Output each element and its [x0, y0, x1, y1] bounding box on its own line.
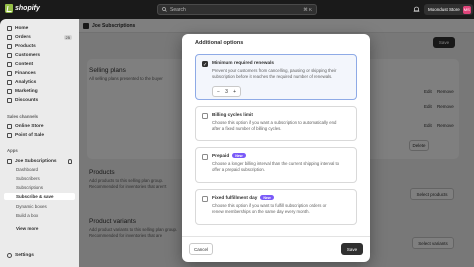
option-desc-line-2: renew memberships on the same day every …: [212, 209, 310, 214]
apps-heading[interactable]: Apps: [7, 148, 18, 153]
orders-icon: [7, 34, 12, 40]
search-icon: [162, 7, 167, 12]
option-title: Billing cycles limit: [212, 112, 253, 117]
checkbox[interactable]: [202, 196, 208, 202]
sidebar-item-content[interactable]: Content: [4, 60, 75, 68]
orders-count-badge: 25: [63, 34, 72, 40]
search-shortcut: ⌘ K: [303, 6, 312, 12]
sidebar-item-products[interactable]: Products: [4, 42, 75, 50]
person-icon: [7, 52, 12, 58]
shopify-logo[interactable]: shopify: [5, 4, 40, 13]
home-icon: [7, 25, 12, 31]
option-fixed-fulfillment-day[interactable]: Fixed fulfillment day New Choose this op…: [195, 189, 357, 225]
sidebar-item-online-store[interactable]: Online Store: [4, 122, 75, 130]
modal-title: Additional options: [195, 40, 244, 46]
option-billing-cycles-limit[interactable]: Billing cycles limit Choose this option …: [195, 106, 357, 141]
sidebar-item-label: Online Store: [15, 123, 44, 129]
store-switcher[interactable]: Moondust Store MS: [424, 4, 473, 15]
sidebar-item-label: Analytics: [15, 79, 37, 85]
option-title: Prepaid New: [212, 153, 246, 158]
sidebar: Home Orders 25 Products Customers Content…: [0, 19, 79, 267]
store-avatar: MS: [462, 5, 471, 14]
option-title: Minimum required renewals: [212, 60, 274, 65]
sales-channels-heading[interactable]: Sales channels: [7, 114, 38, 119]
sidebar-subitem-subscribe-and-save[interactable]: Subscribe & save: [4, 193, 75, 200]
bank-icon: [7, 70, 12, 76]
pos-icon: [7, 132, 12, 138]
sidebar-item-marketing[interactable]: Marketing: [4, 87, 75, 95]
top-bar: shopify Search ⌘ K Moondust Store MS: [0, 0, 474, 19]
modal-footer: Cancel Save: [182, 236, 370, 262]
option-desc-line-2: offer a prepaid subscription.: [212, 167, 265, 172]
additional-options-modal: Additional options ✓ Minimum required re…: [182, 34, 370, 262]
bell-icon[interactable]: [413, 6, 420, 13]
sidebar-item-label: Content: [15, 61, 34, 67]
sidebar-subitem-subscriptions[interactable]: Subscriptions: [4, 184, 75, 191]
chart-icon: [7, 79, 12, 85]
pin-icon[interactable]: [68, 158, 72, 164]
sidebar-item-label: Point of Sale: [15, 132, 45, 138]
sidebar-item-joe-subscriptions[interactable]: Joe Subscriptions: [4, 157, 75, 165]
sidebar-item-orders[interactable]: Orders 25: [4, 33, 75, 41]
sidebar-item-home[interactable]: Home: [4, 24, 75, 32]
shopify-bag-icon: [5, 4, 13, 13]
sidebar-subitem-dynamic-boxes[interactable]: Dynamic boxes: [4, 203, 75, 210]
sidebar-item-point-of-sale[interactable]: Point of Sale: [4, 131, 75, 139]
save-button[interactable]: Save: [341, 243, 363, 255]
sidebar-item-label: Products: [15, 43, 36, 49]
option-minimum-required-renewals[interactable]: ✓ Minimum required renewals Prevent your…: [195, 54, 357, 100]
search-placeholder: Search: [170, 6, 186, 13]
stepper-value[interactable]: 3: [225, 89, 228, 95]
sidebar-item-customers[interactable]: Customers: [4, 51, 75, 59]
target-icon: [7, 88, 12, 94]
sidebar-item-label: Finances: [15, 70, 36, 76]
sidebar-item-label: Discounts: [15, 97, 39, 103]
app-icon: [7, 158, 12, 164]
sidebar-item-label: Settings: [15, 253, 34, 258]
store-icon: [7, 123, 12, 129]
checkbox-checked[interactable]: ✓: [202, 61, 208, 68]
sidebar-item-analytics[interactable]: Analytics: [4, 78, 75, 86]
new-badge: New: [232, 153, 246, 158]
renewals-stepper[interactable]: − 3 +: [212, 86, 241, 97]
sidebar-item-label: Marketing: [15, 88, 38, 94]
sidebar-subitem-build-a-box[interactable]: Build a box: [4, 212, 75, 219]
plus-icon[interactable]: +: [233, 89, 236, 95]
cancel-button[interactable]: Cancel: [189, 243, 213, 255]
sidebar-subitem-subscribers[interactable]: Subscribers: [4, 175, 75, 182]
tag-icon: [7, 43, 12, 49]
sidebar-item-finances[interactable]: Finances: [4, 69, 75, 77]
option-title: Fixed fulfillment day New: [212, 195, 274, 200]
new-badge: New: [260, 195, 274, 200]
option-title-text: Prepaid: [212, 153, 230, 158]
option-prepaid[interactable]: Prepaid New Choose a longer billing inte…: [195, 147, 357, 183]
gear-icon: [7, 253, 12, 258]
sidebar-item-discounts[interactable]: Discounts: [4, 96, 75, 104]
option-desc-line-2: after a fixed number of billing cycles.: [212, 126, 282, 131]
sidebar-item-label: Home: [15, 25, 29, 31]
sidebar-item-label: Customers: [15, 52, 41, 58]
option-desc-line-2: subscription before it reaches the requi…: [212, 74, 333, 79]
search-input[interactable]: Search ⌘ K: [157, 4, 317, 15]
discount-icon: [7, 97, 12, 103]
sidebar-subitem-dashboard[interactable]: Dashboard: [4, 166, 75, 173]
checkbox[interactable]: [202, 154, 208, 160]
sidebar-item-label: Joe Subscriptions: [15, 158, 57, 164]
logo-text: shopify: [15, 5, 40, 12]
content-icon: [7, 61, 12, 67]
view-more-link[interactable]: View more: [16, 226, 38, 231]
checkbox[interactable]: [202, 113, 208, 119]
sidebar-item-settings[interactable]: Settings: [4, 253, 34, 258]
option-title-text: Fixed fulfillment day: [212, 195, 258, 200]
store-name: Moondust Store: [428, 7, 460, 12]
sidebar-item-label: Orders: [15, 34, 31, 40]
minus-icon[interactable]: −: [217, 89, 220, 95]
